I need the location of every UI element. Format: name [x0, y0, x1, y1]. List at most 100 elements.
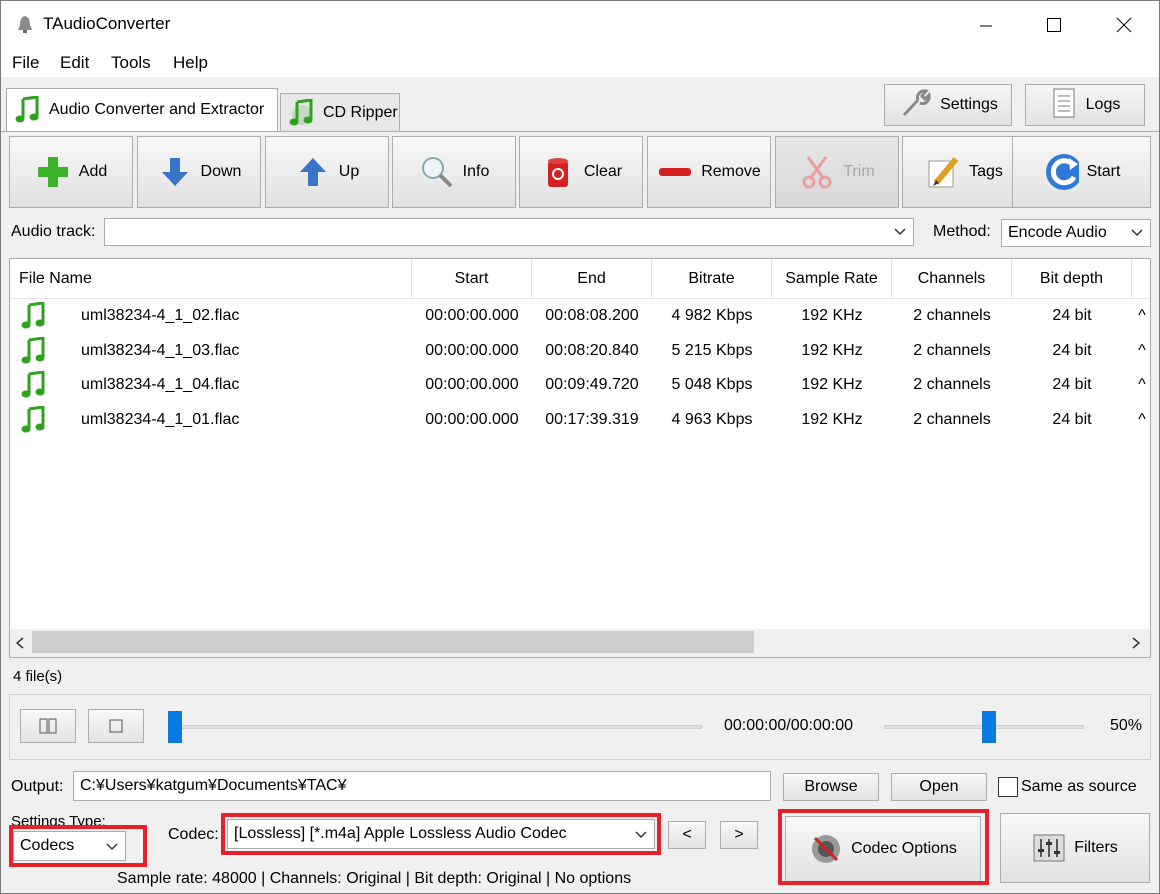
remove-button[interactable]: Remove [647, 136, 771, 208]
add-label: Add [78, 163, 108, 180]
channels-cell: 2 channels [913, 376, 991, 393]
horizontal-scrollbar[interactable] [10, 629, 1150, 657]
menu-edit[interactable]: Edit [60, 53, 89, 73]
browse-button[interactable]: Browse [783, 773, 879, 801]
up-button[interactable]: Up [265, 136, 389, 208]
bitrate-cell: 5 215 Kbps [671, 341, 753, 359]
bitrate-cell: 4 982 Kbps [671, 307, 753, 324]
clear-button[interactable]: Clear [519, 136, 643, 208]
bit-depth-cell: 24 bit [1052, 341, 1092, 359]
output-label: Output: [11, 778, 64, 795]
info-button[interactable]: Info [392, 136, 516, 208]
method-select[interactable]: Encode Audio [1001, 219, 1151, 247]
maximize-icon[interactable] [1031, 1, 1077, 49]
table-row[interactable]: uml38234-4_1_02.flac 00:00:00.000 00:08:08… [10, 299, 1150, 333]
trim-button[interactable]: Trim [775, 136, 899, 208]
menu-help[interactable]: Help [173, 53, 208, 73]
scissors-icon [799, 154, 835, 190]
bit-depth-cell: 24 bit [1052, 307, 1092, 324]
next-codec-button[interactable]: > [720, 821, 758, 849]
same-as-source-checkbox[interactable] [998, 777, 1018, 797]
codec-options-highlight [778, 809, 989, 885]
menu-bar: File Edit Tools Help [1, 49, 1159, 77]
tab-divider [1, 131, 1159, 132]
start-cell: 00:00:00.000 [425, 307, 519, 324]
sample-rate-cell: 192 KHz [801, 410, 863, 428]
position-slider-handle[interactable] [168, 711, 182, 743]
add-button[interactable]: Add [9, 136, 133, 208]
arrow-down-icon [157, 154, 193, 190]
sample-rate-cell: 192 KHz [801, 307, 863, 324]
arrow-up-icon [295, 154, 331, 190]
scroll-left-icon[interactable] [14, 636, 26, 650]
bit-depth-cell: 24 bit [1052, 376, 1092, 393]
menu-tools[interactable]: Tools [111, 53, 151, 73]
table-row[interactable]: uml38234-4_1_04.flac 00:00:00.000 00:09:49… [10, 368, 1150, 402]
app-bell-icon [15, 15, 35, 35]
music-note-icon [21, 405, 45, 432]
codec-highlight [221, 813, 661, 855]
scrollbar-thumb[interactable] [32, 631, 754, 653]
file-list[interactable]: File Name Start End Bitrate Sample Rate … [9, 258, 1151, 658]
filters-button[interactable]: Filters [1000, 813, 1150, 883]
bit-depth-cell: 24 bit [1052, 410, 1092, 428]
start-button[interactable]: Start [1012, 136, 1151, 208]
position-slider-track[interactable] [170, 725, 702, 729]
audio-track-label: Audio track: [11, 223, 96, 240]
down-label: Down [200, 163, 242, 180]
volume-slider-handle[interactable] [982, 711, 996, 743]
recycle-bin-icon [540, 154, 576, 190]
minimize-icon[interactable] [963, 1, 1009, 49]
logs-label: Logs [1085, 96, 1121, 113]
column-start[interactable]: Start [412, 259, 532, 299]
menu-file[interactable]: File [12, 53, 39, 73]
wrench-icon [898, 86, 932, 125]
pause-button[interactable] [20, 709, 76, 743]
clear-label: Clear [583, 163, 623, 180]
minus-icon [657, 154, 693, 190]
end-cell: 00:08:08.200 [545, 307, 639, 324]
channels-cell: 2 channels [913, 341, 991, 359]
chevron-down-icon [1131, 229, 1143, 237]
method-label: Method: [933, 223, 991, 240]
settings-button[interactable]: Settings [884, 84, 1012, 126]
scroll-right-icon[interactable] [1130, 636, 1142, 650]
truncated-cell: ^ [1138, 307, 1146, 324]
audio-track-select[interactable] [104, 218, 914, 246]
column-channels[interactable]: Channels [892, 259, 1012, 299]
tab-cd-ripper[interactable]: CD Ripper [280, 93, 400, 131]
end-cell: 00:17:39.319 [545, 410, 639, 428]
refresh-start-icon [1043, 154, 1079, 190]
tags-button[interactable]: Tags [902, 136, 1026, 208]
logs-button[interactable]: Logs [1025, 84, 1145, 126]
tab-audio-converter[interactable]: Audio Converter and Extractor [6, 88, 278, 131]
file-name-cell: uml38234-4_1_04.flac [81, 376, 240, 393]
column-bitrate[interactable]: Bitrate [652, 259, 772, 299]
settings-type-highlight [9, 825, 147, 867]
document-icon [1050, 87, 1078, 124]
up-label: Up [338, 163, 360, 180]
table-row[interactable]: uml38234-4_1_01.flac 00:00:00.000 00:17:39… [10, 403, 1150, 437]
open-button[interactable]: Open [891, 773, 987, 801]
tab-label: CD Ripper [323, 103, 398, 121]
column-end[interactable]: End [532, 259, 652, 299]
remove-label: Remove [701, 163, 761, 180]
stop-button[interactable] [88, 709, 144, 743]
status-text: Sample rate: 48000 | Channels: Original … [117, 870, 632, 887]
output-path-field[interactable]: C:¥Users¥katgum¥Documents¥TAC¥ [73, 771, 771, 801]
window-title: TAudioConverter [43, 14, 171, 33]
column-file-name[interactable]: File Name [10, 259, 412, 299]
channels-cell: 2 channels [913, 307, 991, 324]
method-value: Encode Audio [1008, 224, 1107, 241]
column-sample-rate[interactable]: Sample Rate [772, 259, 892, 299]
table-row[interactable]: uml38234-4_1_03.flac 00:00:00.000 00:08:20… [10, 334, 1150, 368]
title-bar: TAudioConverter [1, 1, 1159, 49]
close-icon[interactable] [1101, 1, 1147, 49]
down-button[interactable]: Down [137, 136, 261, 208]
file-count: 4 file(s) [13, 668, 63, 685]
music-note-icon [21, 336, 45, 363]
tab-label: Audio Converter and Extractor [49, 101, 265, 118]
column-bit-depth[interactable]: Bit depth [1012, 259, 1132, 299]
prev-codec-button[interactable]: < [668, 821, 706, 849]
chevron-down-icon [894, 228, 906, 236]
